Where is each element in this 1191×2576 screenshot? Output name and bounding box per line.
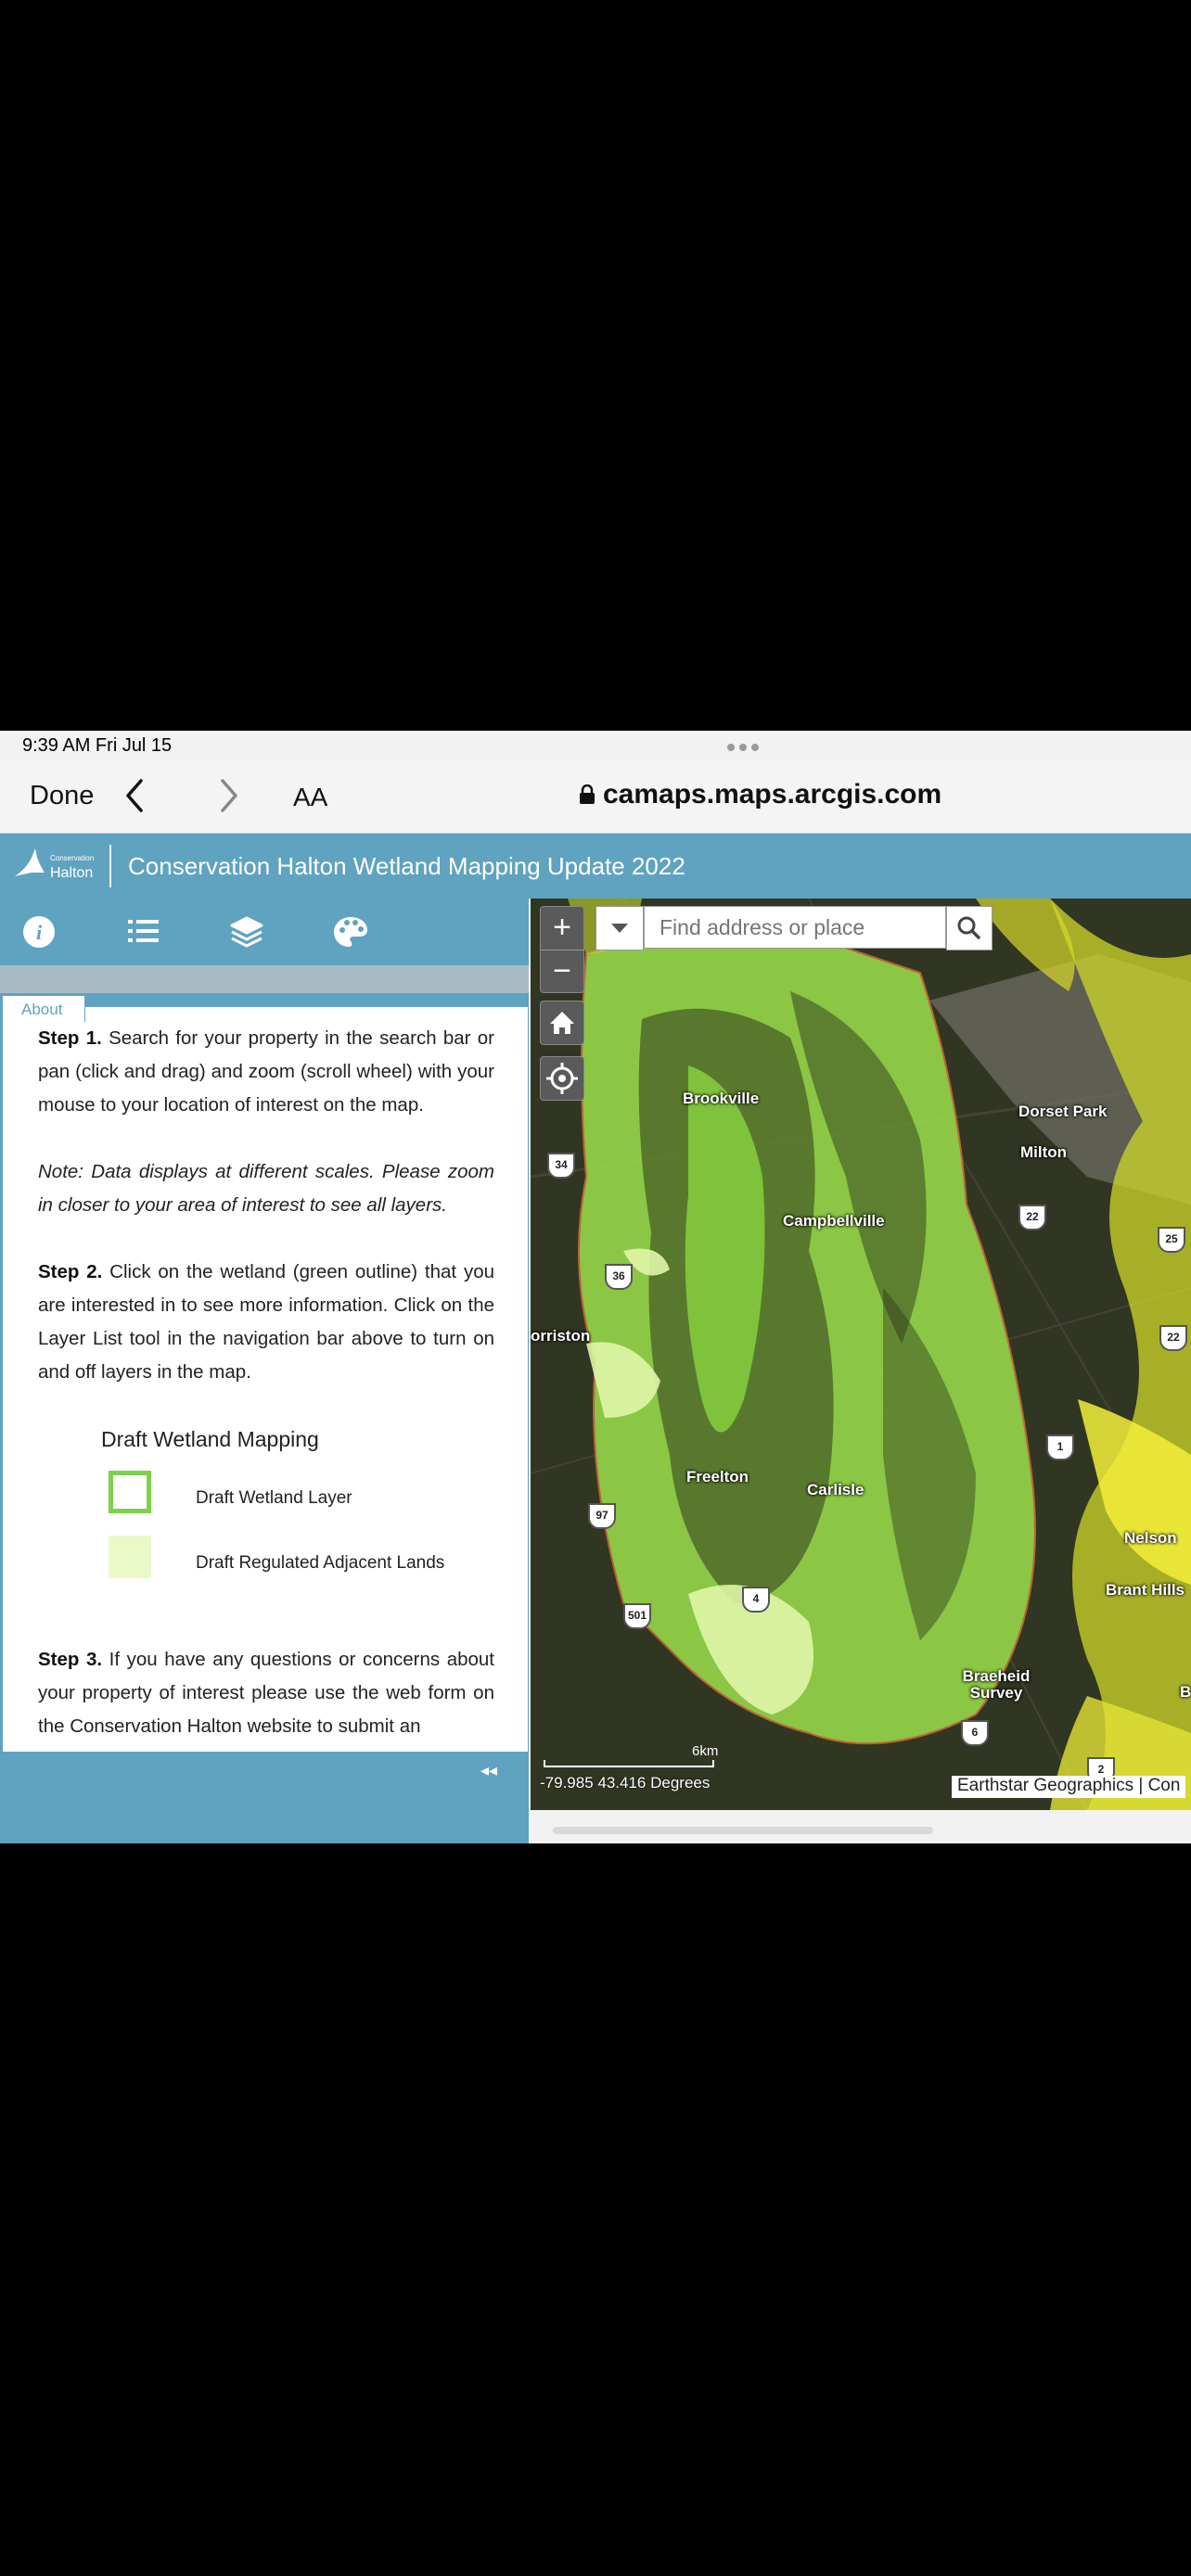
step3-text: If you have any questions or concerns ab… <box>38 1649 495 1737</box>
place-label: Brant Hills <box>1106 1581 1185 1599</box>
zoom-control: + − <box>540 906 584 993</box>
legend-label: Draft Wetland Layer <box>196 1488 352 1508</box>
place-label: Milton <box>1020 1143 1068 1161</box>
logo-small-text: Conservation <box>50 854 95 862</box>
highway-shield: 34 <box>547 1153 575 1179</box>
highway-shield: 36 <box>605 1264 633 1290</box>
map-view[interactable]: + − Brookville Dorset Park Milton Campbe… <box>531 899 1191 1810</box>
place-label: Braeheid Survey <box>962 1667 1031 1702</box>
about-content[interactable]: Step 1. Search for your property in the … <box>2 1006 529 1753</box>
tab-about-label: About <box>21 1001 63 1018</box>
legend-item-wetland: Draft Wetland Layer <box>101 1471 494 1513</box>
url-bar[interactable]: camaps.maps.arcgis.com <box>603 779 941 810</box>
legend: Draft Wetland Mapping Draft Wetland Laye… <box>101 1422 494 1578</box>
about-text: Step 1. Search for your property in the … <box>38 1022 494 1752</box>
step1-text: Search for your property in the search b… <box>38 1027 495 1116</box>
search-source-dropdown[interactable] <box>596 906 644 950</box>
step2-text: Click on the wetland (green outline) tha… <box>38 1261 494 1383</box>
search-icon <box>957 916 980 939</box>
wetland-swatch <box>109 1471 151 1513</box>
highway-shield: 1 <box>1046 1435 1074 1460</box>
legend-title: Draft Wetland Mapping <box>101 1427 319 1451</box>
heron-logo-icon <box>15 848 45 876</box>
highway-shield: 25 <box>1158 1227 1185 1253</box>
place-label: Brookville <box>683 1090 760 1107</box>
step3-paragraph: Step 3. If you have any questions or con… <box>38 1643 494 1743</box>
note-paragraph: Note: Data displays at different scales.… <box>38 1155 494 1222</box>
map-attribution[interactable]: Earthstar Geographics | Con <box>952 1776 1186 1798</box>
back-chevron-icon[interactable] <box>121 777 148 814</box>
palette-icon[interactable] <box>328 910 373 954</box>
info-icon[interactable]: i <box>17 910 61 954</box>
header-divider <box>109 845 111 887</box>
home-button[interactable] <box>540 1001 584 1045</box>
tab-about[interactable]: About <box>2 995 85 1022</box>
search-button[interactable] <box>946 906 992 950</box>
svg-text:i: i <box>36 921 43 944</box>
layers-icon[interactable] <box>224 910 269 954</box>
logo-large-text: Halton <box>50 865 94 881</box>
status-time: 9:39 AM Fri Jul 15 <box>22 735 173 756</box>
collapse-panel-button[interactable]: ◂◂ <box>480 1761 497 1780</box>
place-label: Campbellville <box>783 1212 885 1230</box>
list-icon[interactable] <box>121 910 165 954</box>
multitasking-dots-icon[interactable] <box>727 744 759 751</box>
zoom-in-button[interactable]: + <box>541 907 583 950</box>
search-widget <box>596 906 992 950</box>
step3-label: Step 3. <box>38 1649 103 1670</box>
panel-gap <box>0 965 529 993</box>
done-button[interactable]: Done <box>30 781 94 811</box>
step2-label: Step 2. <box>38 1261 103 1282</box>
highway-shield: 501 <box>623 1603 651 1629</box>
place-label: orriston <box>531 1327 591 1345</box>
locate-icon <box>546 1063 578 1094</box>
ipad-screen: 9:39 AM Fri Jul 15 Done AA camaps.maps.a… <box>0 731 1191 1843</box>
app-header: Conservation Halton Conservation Halton … <box>0 834 1191 899</box>
conservation-halton-logo[interactable]: Conservation Halton <box>13 845 106 887</box>
forward-chevron-icon[interactable] <box>215 777 243 814</box>
satellite-basemap <box>531 899 1191 1810</box>
highway-shield: 97 <box>588 1503 616 1529</box>
legend-label: Draft Regulated Adjacent Lands <box>196 1553 445 1573</box>
home-indicator[interactable] <box>553 1827 933 1834</box>
locate-button[interactable] <box>540 1056 584 1101</box>
scale-label: 6km <box>692 1743 719 1759</box>
legend-item-adjacent: Draft Regulated Adjacent Lands <box>101 1536 494 1578</box>
place-label: Freelton <box>686 1468 749 1486</box>
scale-bar: 6km <box>544 1743 720 1767</box>
caret-down-icon <box>611 924 628 933</box>
highway-shield: 22 <box>1018 1205 1046 1231</box>
search-input[interactable] <box>644 906 946 949</box>
coordinate-readout: -79.985 43.416 Degrees <box>540 1774 711 1792</box>
adjacent-swatch <box>109 1536 151 1578</box>
lock-icon <box>580 784 595 804</box>
browser-toolbar: Done AA camaps.maps.arcgis.com <box>0 760 1191 834</box>
status-bar: 9:39 AM Fri Jul 15 <box>0 731 1191 760</box>
home-icon <box>550 1012 574 1034</box>
step2-paragraph: Step 2. Click on the wetland (green outl… <box>38 1256 494 1389</box>
place-label: Carlisle <box>807 1481 864 1498</box>
step1-paragraph: Step 1. Search for your property in the … <box>38 1022 494 1122</box>
panel-nav: i <box>0 899 529 965</box>
note-text: Note: Data displays at different scales.… <box>38 1161 494 1216</box>
highway-shield: 6 <box>961 1720 989 1746</box>
place-label: Dorset Park <box>1018 1103 1108 1120</box>
text-size-button[interactable]: AA <box>293 783 327 812</box>
highway-shield: 4 <box>742 1587 770 1613</box>
place-label: Nelson <box>1124 1529 1177 1547</box>
highway-shield: 22 <box>1159 1325 1187 1351</box>
zoom-out-button[interactable]: − <box>541 950 583 993</box>
app-title: Conservation Halton Wetland Mapping Upda… <box>128 852 685 880</box>
place-label: B <box>1180 1683 1191 1701</box>
side-panel: i Step 1. Search for your property in th… <box>0 899 529 1843</box>
scale-line <box>544 1760 714 1767</box>
step1-label: Step 1. <box>38 1027 102 1049</box>
